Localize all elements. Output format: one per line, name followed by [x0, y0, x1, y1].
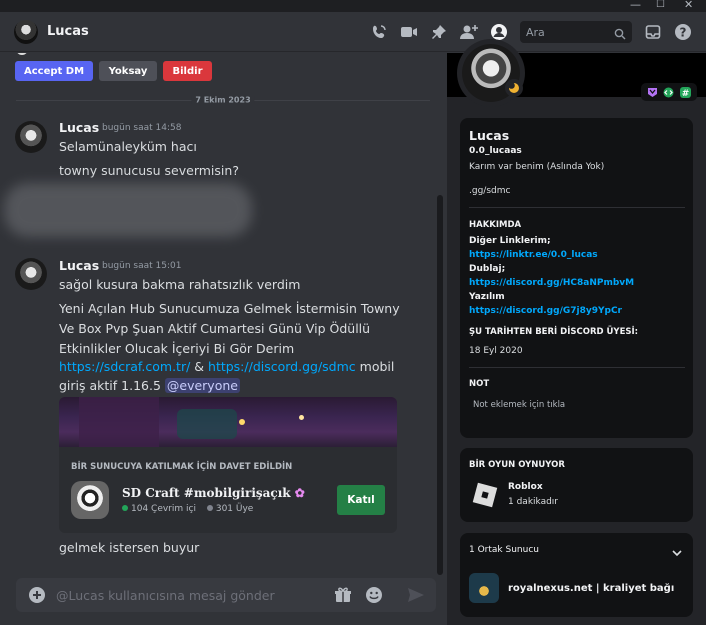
- message-author[interactable]: Lucas: [59, 258, 99, 273]
- message-link[interactable]: https://discord.gg/sdmc: [208, 359, 356, 374]
- profile-display-name: Lucas: [469, 128, 510, 143]
- server-icon[interactable]: [71, 481, 109, 519]
- invite-heading: BİR SUNUCUYA KATILMAK İÇİN DAVET EDİLDİN: [71, 462, 293, 472]
- message-avatar[interactable]: [15, 121, 47, 153]
- member-since-heading: ŞU TARİHTEN BERİ DİSCORD ÜYESİ:: [469, 327, 639, 337]
- message-text-links: https://sdcraf.com.tr/ & https://discord…: [59, 359, 395, 374]
- join-server-button[interactable]: Katıl: [337, 485, 385, 515]
- dm-header: Lucas ?: [0, 12, 706, 52]
- activity-card: BİR OYUN OYNUYOR Roblox 1 dakikadır: [460, 448, 693, 522]
- blurred-content: [4, 183, 252, 237]
- date-divider: 7 Ekim 2023: [16, 95, 430, 105]
- profile-badges: #: [641, 83, 697, 101]
- help-icon[interactable]: ?: [668, 17, 698, 47]
- partial-avatar: [16, 53, 28, 55]
- mutual-server-name[interactable]: royalnexus.net | kraliyet bağı: [508, 583, 674, 594]
- chat-scrollbar[interactable]: [437, 195, 443, 575]
- user-profile-panel: # Lucas 0.0_lucaas Karım var benim (Aslı…: [447, 39, 706, 625]
- report-button[interactable]: Bildir: [163, 61, 212, 81]
- playing-heading: BİR OYUN OYNUYOR: [469, 460, 565, 470]
- mutual-servers-card: 1 Ortak Sunucu royalnexus.net | kraliyet…: [460, 533, 693, 617]
- message-text: Ve Box Pvp Şuan Aktif Cumartesi Günü Vip…: [59, 321, 371, 336]
- server-name[interactable]: SD Craft #mobilgirişaçık ✿: [122, 486, 305, 500]
- chat-area: Accept DM Yoksay Bildir 7 Ekim 2023 Luca…: [0, 53, 446, 625]
- about-link[interactable]: https://discord.gg/G7j8y9YpCr: [469, 306, 622, 316]
- ignore-button[interactable]: Yoksay: [99, 61, 157, 81]
- about-heading: HAKKIMDA: [469, 220, 522, 230]
- chevron-down-icon[interactable]: [671, 544, 683, 563]
- add-attachment-icon[interactable]: [28, 586, 46, 608]
- message-text: Yeni Açılan Hub Sunucumuza Gelmek İsterm…: [59, 301, 400, 316]
- date-divider-label: 7 Ekim 2023: [191, 95, 255, 105]
- window-titlebar: — ☐ ✕: [0, 0, 706, 12]
- server-stats: 104 Çevrim içi 301 Üye: [122, 504, 253, 514]
- mutual-servers-heading[interactable]: 1 Ortak Sunucu: [469, 545, 539, 555]
- invite-banner: [59, 397, 397, 447]
- about-link[interactable]: https://discord.gg/HC8aNPmbvM: [469, 278, 634, 288]
- hashtag-badge-icon[interactable]: #: [680, 83, 692, 102]
- message-input[interactable]: [56, 578, 326, 612]
- search-icon: [614, 25, 626, 44]
- message-text-mention: giriş aktif 1.16.5 @everyone: [59, 378, 240, 393]
- members-dot-icon: [206, 505, 213, 511]
- message-composer: [16, 578, 436, 612]
- profile-extra: .gg/sdmc: [469, 186, 511, 196]
- message-timestamp: bugün saat 14:58: [102, 123, 182, 133]
- svg-text:#: #: [682, 89, 690, 98]
- about-link[interactable]: https://linktr.ee/0.0_lucas: [469, 250, 598, 260]
- profile-custom-status: Karım var benim (Aslında Yok): [469, 162, 605, 172]
- game-elapsed: 1 dakikadır: [508, 497, 559, 507]
- voice-call-icon[interactable]: [364, 17, 394, 47]
- video-call-icon[interactable]: [394, 17, 424, 47]
- roblox-icon: [469, 479, 501, 511]
- svg-text:?: ?: [680, 26, 687, 40]
- message-author[interactable]: Lucas: [59, 120, 99, 135]
- about-label: Dublaj;: [469, 264, 506, 274]
- header-avatar[interactable]: [14, 19, 38, 44]
- profile-username: 0.0_lucaas: [469, 146, 522, 156]
- search-box[interactable]: [520, 21, 632, 44]
- pin-icon[interactable]: [424, 17, 454, 47]
- inbox-icon[interactable]: [638, 17, 668, 47]
- message-text: sağol kusura bakma rahatsızlık verdim: [59, 277, 301, 292]
- active-developer-badge-icon[interactable]: [663, 83, 674, 102]
- message-text: gelmek istersen buyur: [59, 540, 200, 555]
- message-text: Etkinlikler Olucak İçeriyi Bi Gör Derim: [59, 341, 295, 356]
- about-label: Yazılım: [469, 292, 505, 302]
- message-timestamp: bugün saat 15:01: [102, 261, 182, 271]
- about-label: Diğer Linklerim;: [469, 236, 551, 246]
- sparkle-icon: ✿: [294, 486, 305, 500]
- nitro-badge-icon[interactable]: [647, 83, 658, 102]
- note-input[interactable]: Not eklemek için tıkla: [473, 400, 565, 410]
- message-text: towny sunucusu severmisin?: [59, 163, 239, 178]
- maximize-icon[interactable]: ☐: [656, 0, 665, 10]
- game-name: Roblox: [508, 482, 543, 492]
- message-avatar[interactable]: [15, 258, 47, 290]
- mutual-server-icon[interactable]: [469, 573, 499, 603]
- server-invite-embed: BİR SUNUCUYA KATILMAK İÇİN DAVET EDİLDİN…: [59, 397, 397, 533]
- note-heading: NOT: [469, 379, 490, 389]
- emoji-icon[interactable]: [365, 586, 383, 608]
- idle-status-icon: [505, 79, 523, 97]
- gift-icon[interactable]: [334, 586, 352, 608]
- accept-dm-button[interactable]: Accept DM: [15, 61, 93, 81]
- message-text: Selamünaleyküm hacı: [59, 139, 197, 154]
- close-icon[interactable]: ✕: [684, 0, 693, 11]
- message-link[interactable]: https://sdcraf.com.tr/: [59, 359, 190, 374]
- member-since-date: 18 Eyl 2020: [469, 346, 523, 356]
- everyone-mention[interactable]: @everyone: [164, 378, 240, 393]
- header-title: Lucas: [47, 24, 89, 39]
- profile-info-card: Lucas 0.0_lucaas Karım var benim (Aslınd…: [460, 118, 693, 438]
- minimize-icon[interactable]: —: [630, 0, 641, 11]
- send-icon[interactable]: [407, 587, 425, 607]
- online-dot-icon: [122, 505, 128, 511]
